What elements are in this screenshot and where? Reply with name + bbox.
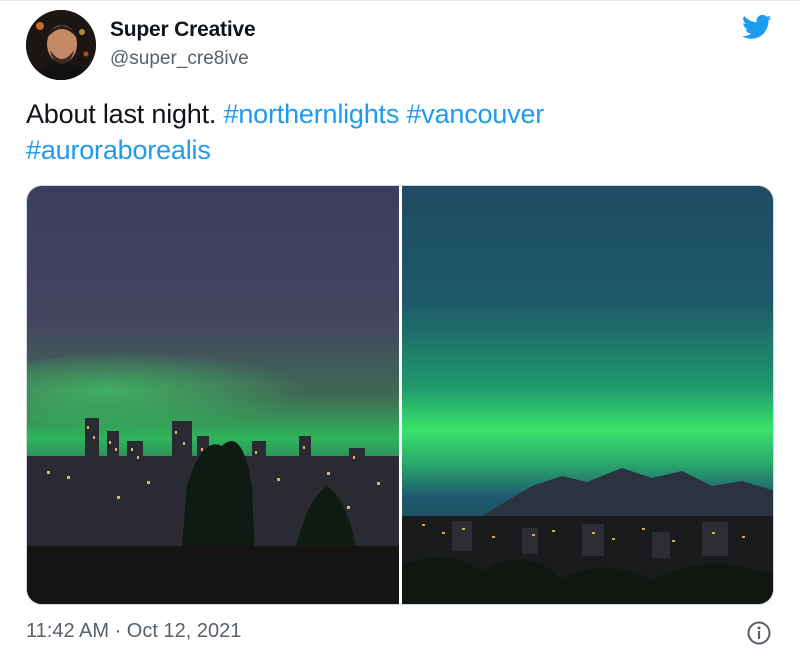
author-handle[interactable]: @super_cre8ive bbox=[110, 48, 249, 70]
tweet-body: About last night. bbox=[26, 99, 217, 129]
aurora-mountains-photo[interactable] bbox=[402, 186, 773, 604]
aurora-city-skyline-photo[interactable] bbox=[27, 186, 399, 604]
tweet-text: About last night. #northernlights #vanco… bbox=[26, 96, 746, 168]
info-icon[interactable] bbox=[746, 620, 772, 646]
tweet-timestamp[interactable]: 11:42 AM · Oct 12, 2021 bbox=[26, 620, 241, 643]
avatar[interactable] bbox=[26, 10, 96, 80]
author-name[interactable]: Super Creative bbox=[110, 18, 256, 42]
tweet-card: Super Creative @super_cre8ive About last… bbox=[0, 0, 800, 665]
twitter-bird-icon[interactable] bbox=[740, 12, 774, 42]
hashtag-link[interactable]: #auroraborealis bbox=[26, 135, 211, 165]
hashtag-link[interactable]: #northernlights bbox=[224, 99, 400, 129]
divider bbox=[0, 0, 800, 1]
hashtag-link[interactable]: #vancouver bbox=[406, 99, 544, 129]
media-grid bbox=[26, 185, 774, 605]
